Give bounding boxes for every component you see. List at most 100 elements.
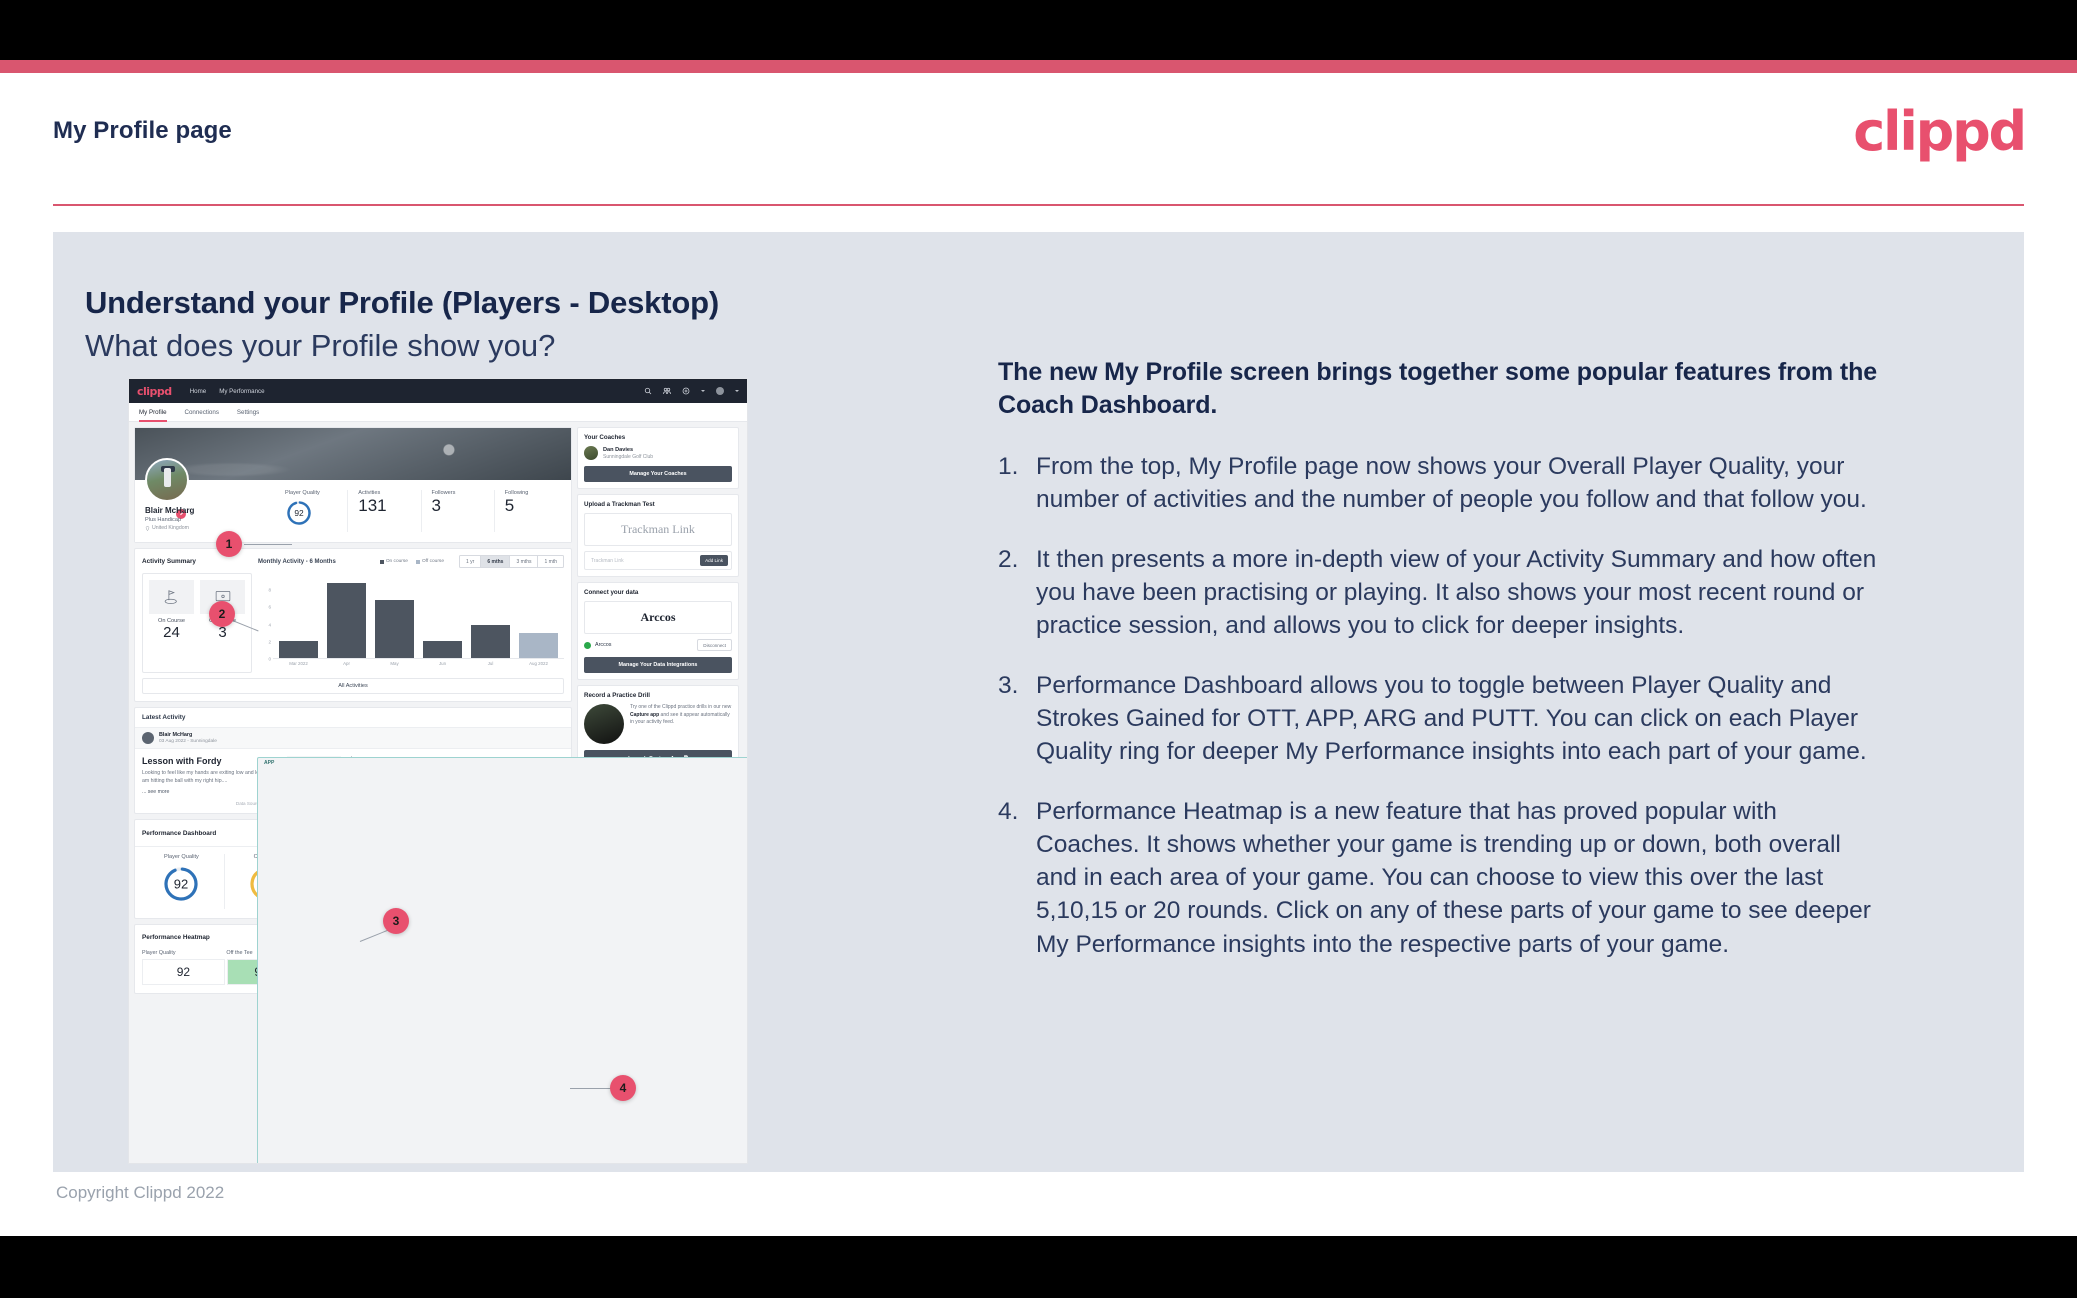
tab-my-profile[interactable]: My Profile: [139, 403, 167, 422]
callout-marker-2: 2: [209, 601, 235, 627]
profile-summary-row: Blair McHarg Plus Handicap United Kingdo…: [135, 458, 571, 542]
clippd-logo: clippd: [1853, 100, 2027, 163]
chart-bar[interactable]: [327, 583, 366, 658]
list-item: 2. It then presents a more in-depth view…: [998, 543, 1878, 643]
app-main-column: Blair McHarg Plus Handicap United Kingdo…: [134, 427, 747, 1163]
slide-heading: Understand your Profile (Players - Deskt…: [85, 285, 719, 320]
copyright-text: Copyright Clippd 2022: [56, 1183, 225, 1202]
trackman-link-input[interactable]: Trackman Link: [588, 558, 696, 564]
callout-marker-1: 1: [216, 531, 242, 557]
list-item: 4. Performance Heatmap is a new feature …: [998, 795, 1878, 962]
stat-followers[interactable]: Followers 3: [420, 490, 494, 532]
x-tick: Jul: [487, 661, 494, 666]
avatar[interactable]: [145, 458, 189, 502]
chevron-down-icon[interactable]: [735, 390, 739, 392]
y-tick: 8: [268, 587, 271, 593]
your-coaches-title: Your Coaches: [584, 434, 626, 441]
stat-following[interactable]: Following 5: [493, 490, 567, 532]
explanation-column: The new My Profile screen brings togethe…: [998, 356, 1878, 987]
profile-stats: Player Quality 92 Activities 131 Followe…: [275, 490, 567, 532]
header-divider: [53, 204, 2024, 206]
search-icon[interactable]: [644, 387, 652, 395]
app-logo: clippd: [137, 384, 172, 398]
avatar-icon[interactable]: [716, 387, 724, 395]
heatmap-value: 92: [176, 965, 191, 980]
tag-app[interactable]: APP: [257, 757, 747, 1163]
trackman-title: Upload a Trackman Test: [584, 501, 655, 508]
list-item-text: Performance Heatmap is a new feature tha…: [1036, 797, 1871, 958]
nav-link-home[interactable]: Home: [190, 388, 207, 395]
list-item-text: Performance Dashboard allows you to togg…: [1036, 671, 1867, 766]
latest-activity-card: Latest Activity Blair McHarg 03 Aug 2022…: [134, 707, 747, 1163]
heatmap-cell-player-quality[interactable]: 92: [142, 959, 225, 986]
top-pink-bar: [0, 60, 2077, 73]
all-activities-button[interactable]: All Activities: [142, 678, 564, 694]
location-pin-icon: [145, 525, 150, 531]
avatar: [142, 732, 154, 744]
add-link-button[interactable]: Add Link: [700, 555, 728, 566]
y-tick: 0: [268, 656, 271, 662]
arccos-source-name: Arccos: [595, 642, 612, 648]
coach-avatar: [584, 446, 598, 460]
bottom-black-bar: [0, 1236, 2077, 1298]
profile-cover-image: [135, 428, 571, 480]
chart-bar[interactable]: [375, 599, 414, 658]
chart-bar[interactable]: [423, 641, 462, 658]
stat-label: Player Quality: [285, 490, 320, 496]
profile-location-label: United Kingdom: [152, 525, 189, 531]
activity-user-name: Blair McHarg: [159, 732, 193, 738]
list-item: 3. Performance Dashboard allows you to t…: [998, 669, 1878, 769]
latest-activity-body: Lesson with Fordy Looking to feel like m…: [135, 749, 747, 1163]
manage-data-integrations-button[interactable]: Manage Your Data Integrations: [584, 657, 732, 673]
chart-bar[interactable]: [471, 624, 510, 658]
heatmap-column-label: Player Quality: [142, 950, 176, 957]
coach-club: Sunningdale Golf Club: [603, 453, 654, 460]
add-circle-icon[interactable]: [682, 387, 690, 395]
x-tick: Aug 2022: [529, 661, 548, 666]
lead-paragraph: The new My Profile screen brings togethe…: [998, 358, 1878, 419]
activity-summary-header: Activity Summary Monthly Activity - 6 Mo…: [142, 555, 564, 568]
course-tiles: On Course 24 Off Course 3: [142, 573, 252, 673]
activity-meta-column: Lesson OTT APP Duration 01 hr : 30 min: [257, 756, 747, 1163]
profile-identity: Blair McHarg Plus Handicap United Kingdo…: [145, 506, 194, 531]
range-1yr[interactable]: 1 yr: [460, 556, 480, 567]
tile-on-course[interactable]: On Course 24: [149, 580, 194, 666]
x-tick: Mar 2022: [289, 661, 308, 666]
activity-summary-body: On Course 24 Off Course 3: [142, 573, 564, 673]
practice-drill-text: Try one of the Clippd practice drills in…: [630, 704, 732, 725]
activity-date: 03 Aug 2022 - Sunningdale: [159, 739, 217, 744]
performance-ring-player-quality[interactable]: Player Quality 92: [139, 854, 224, 909]
list-item-text: From the top, My Profile page now shows …: [1036, 453, 1867, 514]
range-6mths[interactable]: 6 mths: [480, 556, 510, 567]
chart-bar[interactable]: [279, 641, 318, 658]
coach-row[interactable]: Dan Davies Sunningdale Golf Club: [584, 446, 732, 460]
app-tabs: My Profile Connections Settings: [129, 403, 747, 422]
stat-player-quality[interactable]: Player Quality 92: [275, 490, 347, 532]
manage-coaches-button[interactable]: Manage Your Coaches: [584, 466, 732, 482]
list-item-text: It then presents a more in-depth view of…: [1036, 545, 1877, 640]
stat-activities[interactable]: Activities 131: [347, 490, 420, 532]
tab-settings[interactable]: Settings: [237, 403, 259, 422]
ring-value: 92: [174, 877, 188, 892]
page-header: My Profile page clippd: [0, 73, 2077, 205]
chart-bar[interactable]: [519, 633, 558, 658]
nav-link-my-performance[interactable]: My Performance: [219, 388, 264, 395]
list-item-number: 4.: [998, 797, 1019, 825]
people-icon[interactable]: [663, 387, 671, 395]
list-item-number: 3.: [998, 671, 1019, 699]
profile-name: Blair McHarg: [145, 506, 195, 515]
disconnect-button[interactable]: Disconnect: [697, 639, 732, 651]
chevron-down-icon[interactable]: [701, 390, 705, 392]
range-3mths[interactable]: 3 mths: [509, 556, 537, 567]
range-selector: 1 yr 6 mths 3 mths 1 mth: [459, 555, 564, 568]
tab-connections[interactable]: Connections: [185, 403, 219, 422]
stat-value: 131: [358, 496, 387, 515]
trackman-input-row: Trackman Link Add Link: [584, 551, 732, 570]
chart-bars: [273, 575, 564, 659]
slide-subheading: What does your Profile show you?: [85, 328, 556, 363]
connect-data-title: Connect your data: [584, 589, 639, 596]
app-nav-links: Home My Performance: [190, 388, 265, 395]
range-1mth[interactable]: 1 mth: [537, 556, 563, 567]
your-coaches-card: Your Coaches Dan Davies Sunningdale Golf…: [577, 427, 739, 489]
profile-location: United Kingdom: [145, 525, 194, 531]
